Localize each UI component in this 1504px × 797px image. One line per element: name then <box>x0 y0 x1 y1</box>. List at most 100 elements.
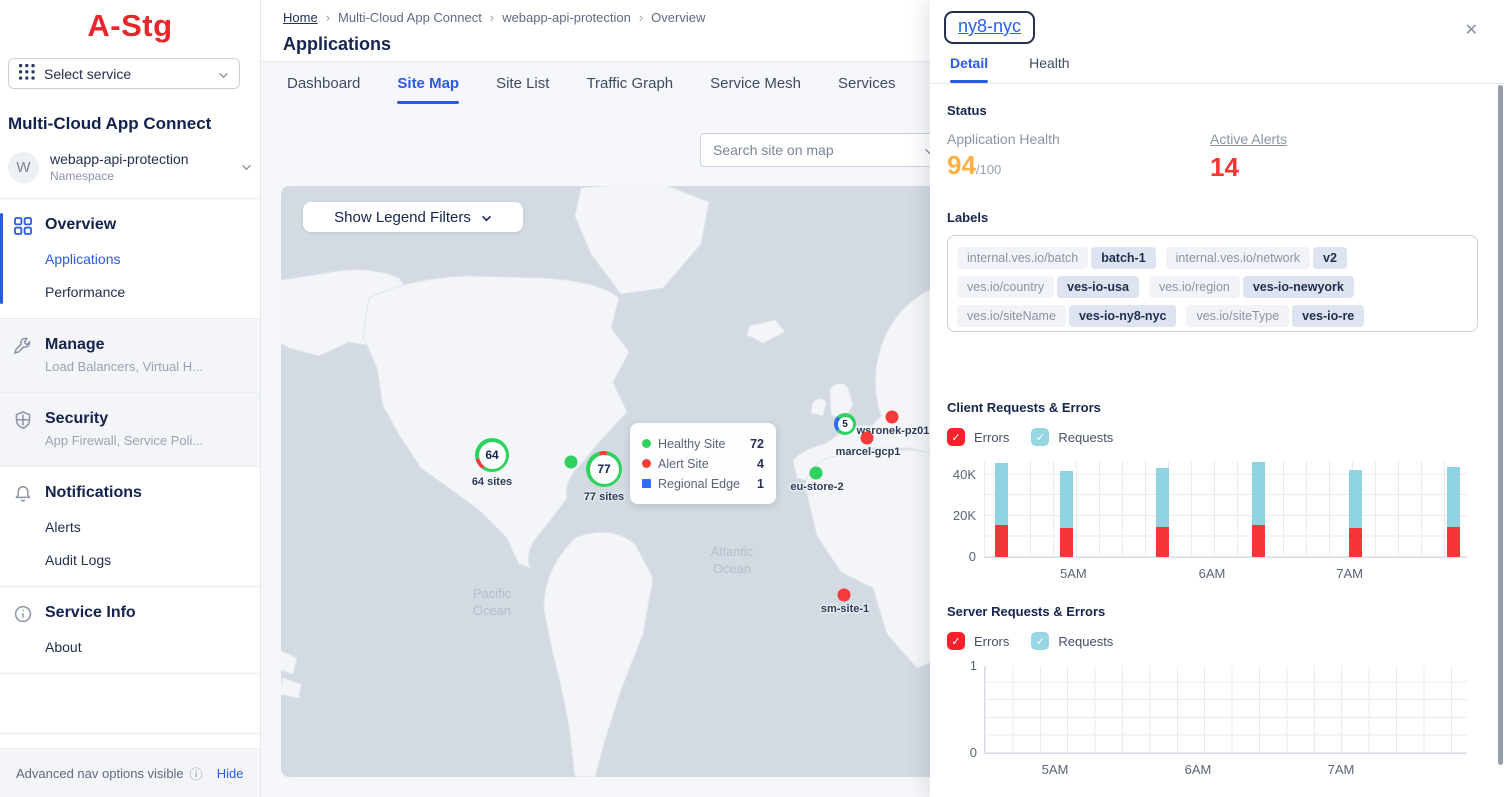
cluster-marker-77[interactable]: 77 <box>586 451 622 487</box>
breadcrumb-item-home[interactable]: Home <box>283 10 318 25</box>
requests-segment <box>1156 468 1169 527</box>
checkbox-checked-icon[interactable]: ✓ <box>1031 428 1049 446</box>
label-value-chip: ves-io-newyork <box>1243 276 1354 298</box>
requests-segment <box>1252 462 1265 525</box>
breadcrumb-item-webapp-api-protection[interactable]: webapp-api-protection <box>502 10 631 25</box>
sidebar-section-label: Manage <box>45 336 105 354</box>
search-placeholder: Search site on map <box>713 142 924 158</box>
tab-service-mesh[interactable]: Service Mesh <box>710 75 801 104</box>
site-marker-sm-site-1[interactable] <box>838 589 851 602</box>
site-sm-site-1-label: sm-site-1 <box>821 603 869 615</box>
bar-4[interactable] <box>1252 462 1265 557</box>
label-pair: ves.io/siteNameves-io-ny8-nyc <box>957 305 1176 327</box>
hide-advanced-nav-link[interactable]: Hide <box>217 766 244 781</box>
sidebar-item-applications[interactable]: Applications <box>45 251 244 267</box>
panel-scrollbar <box>1498 85 1503 797</box>
show-legend-filters-button[interactable]: Show Legend Filters <box>303 202 523 232</box>
sidebar-section-security: SecurityApp Firewall, Service Poli... <box>0 393 260 467</box>
search-site-combobox[interactable]: Search site on map <box>700 133 948 167</box>
site-marker-eu-store-2[interactable] <box>810 467 823 480</box>
cluster-marker-64[interactable]: 64 <box>475 438 509 472</box>
legend-checkbox-errors[interactable]: ✓ Errors <box>947 428 1009 446</box>
client-chart-title: Client Requests & Errors <box>947 400 1477 415</box>
panel-scrollbar-thumb[interactable] <box>1498 85 1503 765</box>
shield-icon <box>13 410 33 430</box>
bar-2[interactable] <box>1060 471 1073 557</box>
panel-header: ny8-nyc ✕ Detail Health <box>930 0 1504 84</box>
tab-site-list[interactable]: Site List <box>496 75 549 104</box>
application-health-label: Application Health <box>947 131 1210 147</box>
site-marker-marcel-gcp1[interactable] <box>861 432 874 445</box>
map-legend-count: 1 <box>757 477 764 491</box>
sidebar-section-overview: Overview Applications Performance <box>0 199 260 319</box>
namespace-selector[interactable]: W webapp-api-protection Namespace <box>8 151 252 183</box>
map-legend-row-healthy-site: Healthy Site72 <box>642 435 764 452</box>
sidebar-item-audit-logs[interactable]: Audit Logs <box>45 552 244 568</box>
legend-checkbox-requests[interactable]: ✓ Requests <box>1031 428 1113 446</box>
ocean-label-pacific-ocean: Pacific Ocean <box>457 585 527 619</box>
label-pair: ves.io/countryves-io-usa <box>957 276 1139 298</box>
sidebar-item-notifications[interactable]: Notifications <box>45 484 244 502</box>
tab-traffic-graph[interactable]: Traffic Graph <box>586 75 673 104</box>
site-marker-wsronek-pz01[interactable] <box>886 411 899 424</box>
sidebar-item-manage[interactable]: Manage <box>45 336 244 354</box>
cluster-marker-5[interactable]: 5 <box>834 413 856 435</box>
bar-3[interactable] <box>1156 468 1169 557</box>
legend-label: Requests <box>1058 430 1113 445</box>
grid-icon <box>13 216 33 236</box>
legend-label: Errors <box>974 430 1009 445</box>
site-marcel-gcp1-label: marcel-gcp1 <box>836 446 901 458</box>
app-window: A-Stg Select service Multi-Cloud App Con… <box>0 0 1504 797</box>
legend-label: Requests <box>1058 634 1113 649</box>
sidebar-item-performance[interactable]: Performance <box>45 284 244 300</box>
panel-tab-bar: Detail Health <box>950 55 1070 83</box>
sidebar-item-alerts[interactable]: Alerts <box>45 519 244 535</box>
x-tick-6am: 6AM <box>1199 566 1226 581</box>
legend-label: Errors <box>974 634 1009 649</box>
legend-checkbox-requests[interactable]: ✓ Requests <box>1031 632 1113 650</box>
checkbox-checked-icon[interactable]: ✓ <box>947 428 965 446</box>
panel-tab-detail[interactable]: Detail <box>950 55 988 83</box>
site-name-chip: ny8-nyc <box>944 11 1035 44</box>
y-tick-1: 1 <box>943 658 977 673</box>
panel-tab-health[interactable]: Health <box>1029 55 1069 83</box>
bar-1[interactable] <box>995 463 1008 557</box>
info-icon: ⓘ <box>190 764 203 783</box>
tab-site-map[interactable]: Site Map <box>397 75 459 104</box>
x-tick-6am: 6AM <box>1185 762 1212 777</box>
active-alerts-link[interactable]: Active Alerts <box>1210 131 1287 147</box>
cluster-77-label: 77 sites <box>584 491 624 503</box>
checkbox-checked-icon[interactable]: ✓ <box>947 632 965 650</box>
tab-dashboard[interactable]: Dashboard <box>287 75 360 104</box>
checkbox-checked-icon[interactable]: ✓ <box>1031 632 1049 650</box>
sidebar-item-service-info[interactable]: Service Info <box>45 604 244 622</box>
map-legend-label: Regional Edge <box>658 477 750 491</box>
sidebar-nav: OverviewApplicationsPerformanceManageLoa… <box>0 198 260 674</box>
chevron-down-icon <box>481 209 492 226</box>
errors-segment <box>1252 525 1265 557</box>
sidebar-item-security[interactable]: Security <box>45 410 244 428</box>
map-legend-count: 4 <box>757 457 764 471</box>
tab-services[interactable]: Services <box>838 75 896 104</box>
bar-5[interactable] <box>1349 470 1362 557</box>
y-tick-0: 0 <box>943 745 977 760</box>
label-value-chip: ves-io-ny8-nyc <box>1069 305 1177 327</box>
site-name-link[interactable]: ny8-nyc <box>958 16 1021 36</box>
namespace-name: webapp-api-protection <box>50 151 189 167</box>
chevron-down-icon <box>218 66 229 82</box>
legend-checkbox-errors[interactable]: ✓ Errors <box>947 632 1009 650</box>
sidebar-item-overview[interactable]: Overview <box>45 216 244 234</box>
sidebar-item-about[interactable]: About <box>45 639 244 655</box>
select-service-dropdown[interactable]: Select service <box>8 58 240 89</box>
label-key-chip: ves.io/region <box>1149 276 1240 298</box>
close-icon[interactable]: ✕ <box>1465 20 1478 40</box>
breadcrumb-item-multi-cloud-app-connect[interactable]: Multi-Cloud App Connect <box>338 10 482 25</box>
square-swatch-icon <box>642 479 651 488</box>
sidebar-section-label: Notifications <box>45 484 142 502</box>
requests-segment <box>1349 470 1362 528</box>
site-marker[interactable] <box>565 456 578 469</box>
y-tick-0: 0 <box>942 549 976 564</box>
wrench-icon <box>13 336 33 356</box>
bar-6[interactable] <box>1447 467 1460 557</box>
client-chart: 40K20K05AM6AM7AM <box>984 461 1467 558</box>
